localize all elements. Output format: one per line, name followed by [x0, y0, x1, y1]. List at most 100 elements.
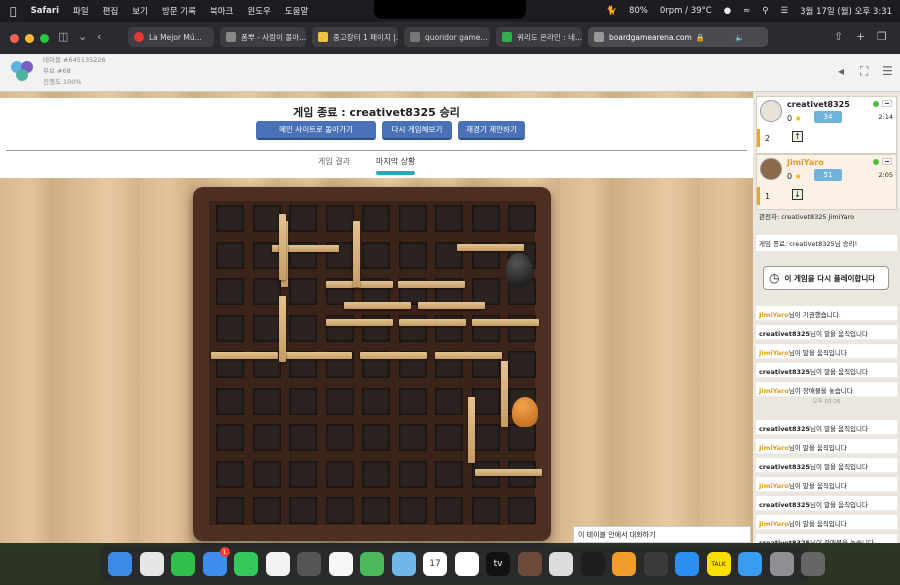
bga-logo[interactable]: [7, 56, 37, 86]
new-tab-icon[interactable]: +: [856, 30, 865, 43]
board-cell[interactable]: [362, 205, 390, 232]
propose-rematch-button[interactable]: 재경기 제안하기: [458, 121, 525, 140]
board-cell[interactable]: [252, 314, 281, 342]
safari-icon[interactable]: [738, 552, 762, 576]
chat-player-name[interactable]: creativet8325: [759, 501, 810, 509]
board-cell[interactable]: [435, 387, 463, 415]
board-cell[interactable]: [435, 424, 463, 451]
browser-tab[interactable]: quoridor game...: [404, 27, 490, 47]
appletv-icon[interactable]: tv: [486, 552, 510, 576]
board-cell[interactable]: [435, 205, 463, 232]
board-cell[interactable]: [252, 205, 281, 232]
close-window-button[interactable]: [10, 33, 19, 43]
apple-icon[interactable]: : [10, 5, 17, 18]
chat-player-name[interactable]: creativet8325: [759, 463, 810, 471]
fullscreen-icon[interactable]: ⛶: [860, 64, 868, 79]
browser-tab-active[interactable]: boardgamearena.com 🔒 🔈: [588, 27, 768, 47]
board-cell[interactable]: [216, 205, 244, 232]
wifi-icon[interactable]: ≈: [743, 6, 750, 16]
menu-edit[interactable]: 편집: [103, 5, 119, 17]
board-cell[interactable]: [252, 424, 281, 451]
control-center-icon[interactable]: ☰: [781, 6, 789, 16]
board-cell[interactable]: [508, 497, 536, 524]
board-cell[interactable]: [289, 278, 317, 305]
replay-button[interactable]: ◷ 이 게임을 다시 플레이합니다: [763, 266, 889, 290]
chat-player-name[interactable]: JimiYaro: [759, 482, 789, 490]
avatar[interactable]: [760, 158, 782, 180]
board-cell[interactable]: [325, 497, 354, 524]
menu-file[interactable]: 파일: [73, 5, 89, 17]
chat-player-name[interactable]: JimiYaro: [759, 387, 789, 395]
avatar[interactable]: [760, 100, 782, 122]
finder-icon[interactable]: [108, 552, 132, 576]
board-cell[interactable]: [435, 497, 463, 524]
appstore-icon[interactable]: [675, 552, 699, 576]
board-cell[interactable]: [398, 387, 427, 415]
chat-input[interactable]: 이 테이블 안에서 대화하기: [573, 526, 751, 543]
chat-player-name[interactable]: JimiYaro: [759, 444, 789, 452]
chrome-icon[interactable]: [549, 552, 573, 576]
board-cell[interactable]: [508, 205, 536, 232]
calendar-icon[interactable]: 17: [423, 552, 447, 576]
board-cell[interactable]: [252, 497, 281, 524]
chat-player-name[interactable]: creativet8325: [759, 425, 810, 433]
board-cell[interactable]: [398, 424, 427, 451]
board-cell[interactable]: [325, 460, 354, 488]
minimize-window-button[interactable]: [25, 33, 34, 43]
back-icon[interactable]: ‹: [97, 30, 101, 43]
browser-tab[interactable]: 폼뿌 - 사람이 몰아...: [220, 27, 306, 47]
board-cell[interactable]: [216, 314, 244, 342]
maps-icon[interactable]: [391, 552, 416, 576]
board-cell[interactable]: [289, 387, 317, 415]
board-cell[interactable]: [325, 387, 354, 415]
board-cell[interactable]: [362, 497, 390, 524]
board-cell[interactable]: [325, 205, 354, 232]
hamburger-menu-icon[interactable]: ☰: [882, 64, 893, 78]
findmy-icon[interactable]: [360, 552, 384, 576]
board-cell[interactable]: [398, 241, 427, 269]
arc-icon[interactable]: [580, 552, 605, 576]
share-icon[interactable]: ⇧: [834, 30, 843, 43]
menu-bookmarks[interactable]: 북마크: [210, 5, 233, 17]
player-name[interactable]: JimiYaro: [787, 158, 824, 167]
mail-icon[interactable]: 1: [202, 547, 230, 576]
board-cell[interactable]: [289, 314, 317, 342]
board-cell[interactable]: [398, 497, 427, 524]
tab-game-result[interactable]: 게임 결과: [318, 156, 350, 167]
game-icon[interactable]: [517, 552, 542, 576]
board-cell[interactable]: [471, 278, 500, 305]
audio-icon[interactable]: 🔈: [735, 33, 744, 42]
pages-icon[interactable]: [612, 552, 636, 576]
board-cell[interactable]: [289, 424, 317, 451]
chat-player-name[interactable]: JimiYaro: [759, 311, 789, 319]
browser-tab[interactable]: La Mejor Mú...: [128, 27, 214, 47]
settings-icon[interactable]: [769, 552, 794, 576]
board-cell[interactable]: [252, 387, 281, 415]
board-cell[interactable]: [252, 278, 281, 305]
player-name[interactable]: creativet8325: [787, 100, 850, 109]
notes-icon[interactable]: [328, 552, 353, 576]
trash-icon[interactable]: [801, 552, 825, 576]
player-card-2[interactable]: JimiYaro 0 ★ 51 2:05 1 ↓: [756, 154, 897, 210]
play-again-button[interactable]: 다시 게임해보기: [382, 121, 452, 140]
clock-icon[interactable]: [454, 552, 479, 576]
chat-player-name[interactable]: creativet8325: [759, 539, 810, 543]
board-cell[interactable]: [289, 205, 317, 232]
chat-icon[interactable]: ●: [724, 6, 731, 16]
board-cell[interactable]: [216, 278, 244, 305]
facetime-icon[interactable]: [171, 552, 195, 576]
menu-history[interactable]: 방문 기록: [162, 5, 196, 17]
messages-icon[interactable]: [234, 552, 258, 576]
menu-help[interactable]: 도움말: [285, 5, 308, 17]
board-cell[interactable]: [216, 460, 244, 488]
menu-app-name[interactable]: Safari: [31, 6, 59, 16]
player-card-1[interactable]: creativet8325 0 ★ 34 2:14 2 ↑: [756, 96, 897, 154]
board-cell[interactable]: [216, 387, 244, 415]
board-cell[interactable]: [435, 460, 463, 488]
sound-icon[interactable]: ◂: [838, 64, 844, 78]
kakaotalk-icon[interactable]: TALK: [706, 552, 731, 576]
board-cell[interactable]: [508, 351, 536, 378]
sidebar-toggle-icon[interactable]: ◫: [58, 30, 68, 43]
board-cell[interactable]: [471, 387, 500, 415]
launchpad-icon[interactable]: [139, 552, 164, 576]
